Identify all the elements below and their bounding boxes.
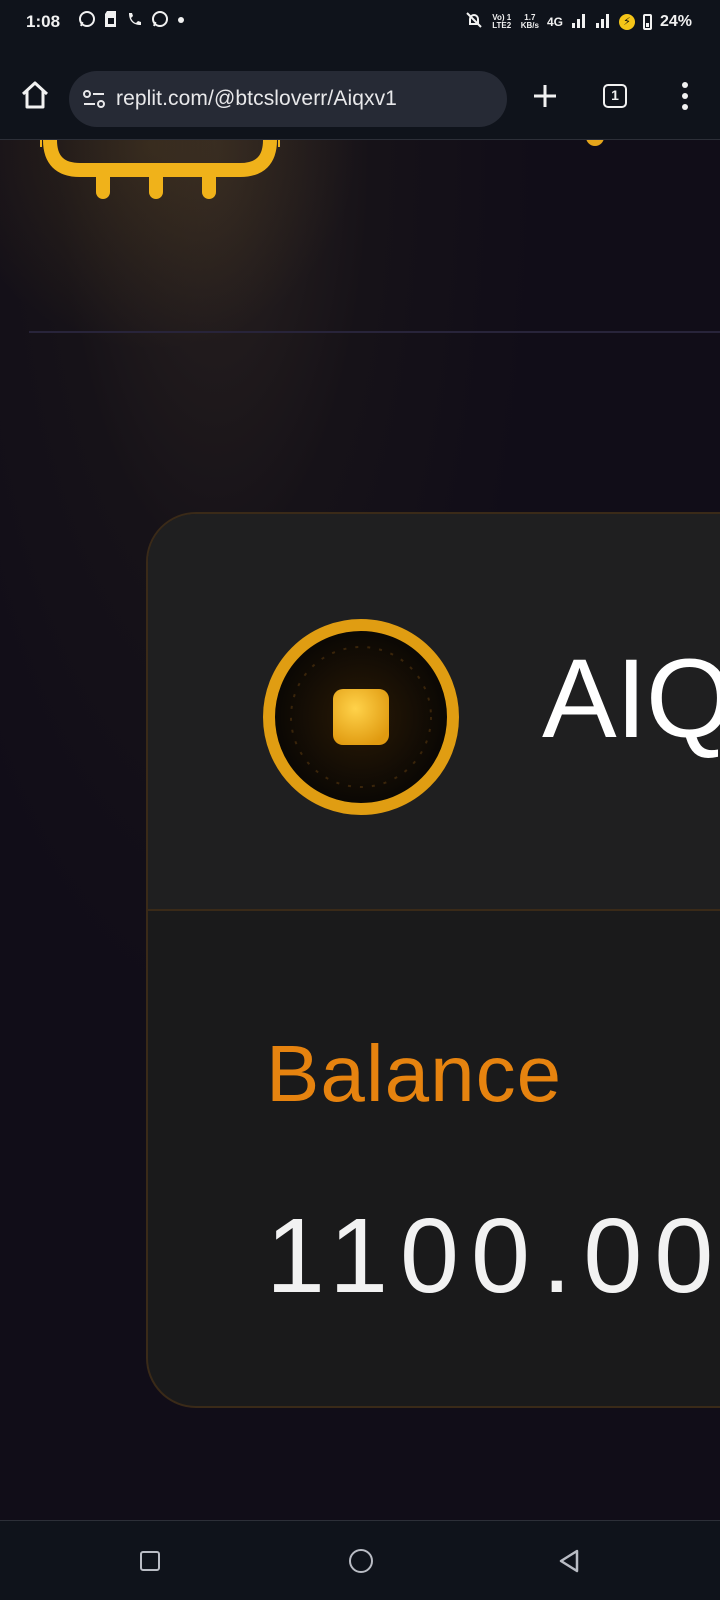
sim-icon	[103, 10, 119, 35]
notification-dot-icon	[176, 10, 186, 35]
mute-icon	[465, 11, 483, 32]
header-divider	[29, 331, 720, 333]
network-type: 4G	[546, 14, 563, 29]
new-tab-button[interactable]	[530, 81, 560, 111]
chip-logo-icon	[40, 140, 280, 199]
browser-toolbar: replit.com/@btcsloverr/Aiqxv1 1	[0, 46, 720, 140]
net-speed-unit: KB/s	[520, 20, 539, 30]
balance-label: Balance	[266, 1029, 563, 1118]
volte-indicator: Vo) 1 LTE2	[492, 12, 512, 30]
coin-icon	[263, 619, 459, 815]
whatsapp-icon	[151, 10, 169, 35]
address-bar[interactable]: replit.com/@btcsloverr/Aiqxv1	[69, 71, 507, 127]
url-text[interactable]: replit.com/@btcsloverr/Aiqxv1	[116, 87, 397, 111]
more-menu-button[interactable]	[677, 80, 693, 112]
system-nav-bar	[0, 1520, 720, 1600]
signal-icon	[571, 12, 587, 31]
status-time: 1:08	[26, 12, 61, 31]
whatsapp-icon	[78, 10, 96, 35]
site-settings-icon[interactable]	[82, 88, 106, 110]
wifi-call-icon	[126, 10, 144, 35]
back-button[interactable]	[556, 1548, 582, 1574]
back-triangle-icon	[559, 1549, 579, 1573]
recents-button[interactable]	[140, 1551, 160, 1571]
logo-accent-dot	[586, 140, 604, 146]
home-icon	[21, 81, 49, 109]
net-speed: 1.7 KB/s	[520, 13, 539, 30]
status-bar: 1:08 Vo) 1 LTE2 1.7 KB/s 4G ⚡ 24%	[0, 0, 720, 46]
battery-icon	[642, 13, 652, 30]
tab-switcher-button[interactable]: 1	[603, 84, 627, 108]
web-page: AIQ Balance 1100.000	[0, 140, 720, 1520]
home-nav-button[interactable]	[349, 1549, 373, 1573]
system-icons: Vo) 1 LTE2 1.7 KB/s 4G ⚡ 24%	[465, 11, 692, 32]
balance-value: 1100.000	[266, 1197, 720, 1315]
more-vert-icon	[682, 82, 688, 110]
charging-icon: ⚡	[618, 13, 635, 30]
token-card-header: AIQ	[148, 514, 720, 911]
home-button[interactable]	[18, 78, 52, 112]
token-card: AIQ Balance 1100.000	[146, 512, 720, 1408]
notification-icons	[78, 10, 186, 35]
token-name: AIQ	[542, 636, 720, 761]
battery-percent: 24%	[659, 12, 692, 30]
plus-icon	[534, 85, 556, 107]
signal-icon	[595, 12, 611, 31]
